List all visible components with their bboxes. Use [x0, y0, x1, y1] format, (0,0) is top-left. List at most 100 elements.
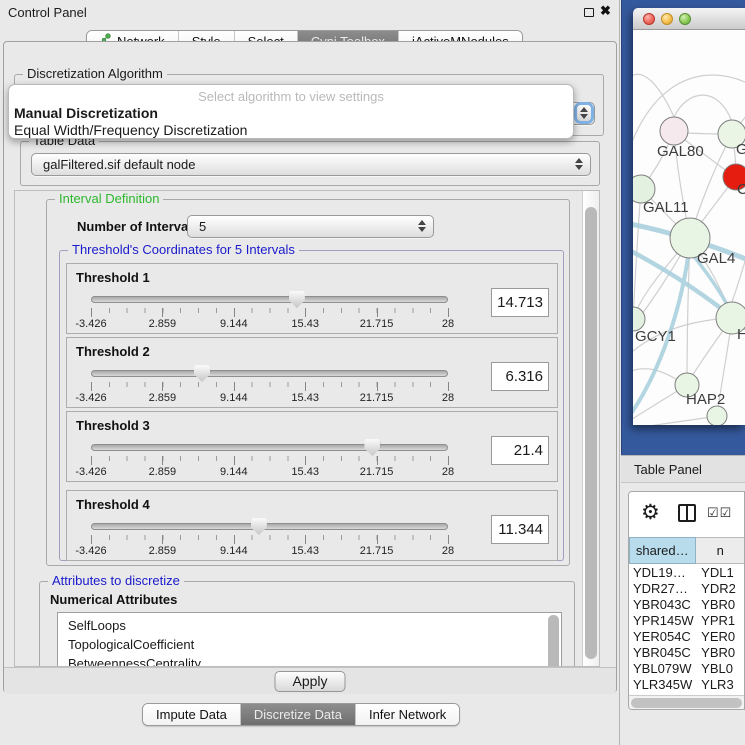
threshold-2-slider[interactable]: -3.426 2.859 9.144 15.43 21.715 28 [91, 366, 448, 400]
threshold-3-value-field[interactable]: 21.4 [491, 436, 549, 465]
right-zone: GAL80 G C GAL11 GAL4 GCY1 H HAP2 Table P… [621, 0, 745, 745]
node-label-gcy1: GCY1 [635, 328, 676, 345]
combo-spinner-icon [418, 220, 426, 232]
attributes-group: Attributes to discretize Numerical Attri… [39, 581, 575, 667]
attributes-list-scrollbar[interactable] [548, 615, 559, 667]
table-panel-header: Table Panel [621, 455, 745, 483]
close-icon[interactable]: ✖ [600, 3, 611, 19]
combo-spinner-icon [577, 105, 591, 121]
threshold-4-panel: Threshold 4 -3.426 2.859 9.144 15.43 [66, 490, 558, 561]
number-of-intervals-combo[interactable]: 5 [187, 215, 434, 238]
threshold-3-title: Threshold 3 [76, 418, 150, 433]
slider-tick-labels: -3.426 2.859 9.144 15.43 21.715 28 [91, 392, 448, 404]
slider-ticks [91, 535, 448, 540]
table-row[interactable]: YPR145WYPR1 [629, 613, 745, 629]
network-canvas[interactable]: GAL80 G C GAL11 GAL4 GCY1 H HAP2 [633, 30, 745, 425]
table-row[interactable]: YBL079WYBL0 [629, 661, 745, 677]
popup-item-manual-discretization[interactable]: Manual Discretization [9, 104, 573, 121]
number-of-intervals-value: 5 [199, 219, 206, 234]
list-item-topologicalcoefficient[interactable]: TopologicalCoefficient [68, 635, 561, 654]
window-close-icon[interactable] [643, 13, 655, 25]
slider-track[interactable] [91, 523, 448, 530]
attributes-group-title: Attributes to discretize [48, 574, 184, 588]
window-minimize-icon[interactable] [661, 13, 673, 25]
network-view-window[interactable]: GAL80 G C GAL11 GAL4 GCY1 H HAP2 [633, 8, 745, 425]
table-header-row: shared… n [629, 537, 745, 564]
slider-ticks [91, 382, 448, 387]
table-row[interactable]: YBR043CYBR0 [629, 597, 745, 613]
popup-item-equal-width-frequency[interactable]: Equal Width/Frequency Discretization [9, 121, 573, 138]
column-header-shared[interactable]: shared… [629, 537, 696, 564]
table-hscrollbar-thumb[interactable] [631, 698, 742, 708]
threshold-2-title: Threshold 2 [76, 344, 150, 359]
settings-scrollbar-thumb[interactable] [585, 207, 597, 659]
list-item-selfloops[interactable]: SelfLoops [68, 616, 561, 635]
threshold-4-slider[interactable]: -3.426 2.859 9.144 15.43 21.715 28 [91, 519, 448, 553]
table-row[interactable]: YER054CYER0 [629, 629, 745, 645]
slider-thumb[interactable] [289, 291, 305, 308]
network-node[interactable] [707, 406, 727, 425]
tab-impute-data[interactable]: Impute Data [143, 704, 240, 725]
control-panel: Control Panel ✖ Network Style Select Cyn… [0, 0, 620, 745]
table-row[interactable]: YDR27…YDR2 [629, 581, 745, 597]
apply-button[interactable]: Apply [274, 671, 345, 692]
list-item-betweennesscentrality[interactable]: BetweennessCentrality [68, 654, 561, 667]
number-of-intervals-label: Number of Intervals [77, 219, 199, 234]
slider-track[interactable] [91, 370, 448, 377]
thresholds-group: Threshold's Coordinates for 5 Intervals … [59, 250, 564, 561]
threshold-4-title: Threshold 4 [76, 497, 150, 512]
columns-icon[interactable] [678, 504, 696, 522]
settings-scrollbar-track[interactable] [582, 191, 599, 666]
slider-thumb[interactable] [364, 439, 380, 456]
table-row[interactable]: YBR045CYBR0 [629, 645, 745, 661]
table-row[interactable]: YDL19…YDL1 [629, 565, 745, 581]
numerical-attributes-list: SelfLoops TopologicalCoefficient Between… [57, 612, 562, 667]
slider-thumb[interactable] [194, 365, 210, 382]
threshold-1-slider[interactable]: -3.426 2.859 9.144 15.43 21.715 28 [91, 292, 448, 326]
table-body: YDL19…YDL1 YDR27…YDR2 YBR043CYBR0 YPR145… [629, 565, 745, 695]
table-toolbar: ⚙ ☑☑ [629, 492, 745, 537]
discretization-algorithm-group-title: Discretization Algorithm [23, 67, 167, 81]
node-label-gal4: GAL4 [697, 250, 735, 267]
network-node-gal80[interactable] [660, 117, 688, 145]
threshold-1-title: Threshold 1 [76, 270, 150, 285]
threshold-2-value-field[interactable]: 6.316 [491, 362, 549, 391]
slider-tick-labels: -3.426 2.859 9.144 15.43 21.715 28 [91, 545, 448, 557]
algorithm-popup-prompt: Select algorithm to view settings [9, 85, 573, 104]
table-row[interactable]: YLR345WYLR3 [629, 677, 745, 693]
slider-track[interactable] [91, 296, 448, 303]
threshold-4-value-field[interactable]: 11.344 [491, 515, 549, 544]
table-data-combo[interactable]: galFiltered.sif default node [31, 153, 591, 176]
slider-ticks [91, 456, 448, 461]
interval-definition-group: Interval Definition Number of Intervals … [46, 199, 570, 566]
window-zoom-icon[interactable] [679, 13, 691, 25]
slider-tick-labels: -3.426 2.859 9.144 15.43 21.715 28 [91, 466, 448, 478]
node-label-hap2: HAP2 [686, 391, 725, 408]
slider-track[interactable] [91, 444, 448, 451]
cyni-bottom-tabs: Impute Data Discretize Data Infer Networ… [142, 703, 460, 726]
float-window-icon[interactable] [584, 8, 594, 17]
threshold-2-panel: Threshold 2 -3.426 2.859 9.144 15.43 [66, 337, 558, 408]
network-graph: GAL80 G C GAL11 GAL4 GCY1 H HAP2 [633, 30, 745, 425]
table-card: ⚙ ☑☑ shared… n YDL19…YDL1 YDR27…YDR2 YBR… [628, 491, 745, 710]
gear-icon[interactable]: ⚙ [641, 500, 660, 525]
numerical-attributes-label: Numerical Attributes [50, 592, 177, 607]
threshold-3-slider[interactable]: -3.426 2.859 9.144 15.43 21.715 28 [91, 440, 448, 474]
slider-tick-labels: -3.426 2.859 9.144 15.43 21.715 28 [91, 318, 448, 330]
network-window-titlebar[interactable] [633, 8, 745, 30]
apply-bar: Apply [4, 667, 616, 694]
checkbox-icons[interactable]: ☑☑ [707, 505, 732, 521]
tab-infer-network[interactable]: Infer Network [355, 704, 459, 725]
table-data-combo-value: galFiltered.sif default node [43, 157, 195, 172]
table-hscrollbar-track[interactable] [629, 695, 745, 710]
threshold-1-value-field[interactable]: 14.713 [491, 288, 549, 317]
table-panel-zone: ⚙ ☑☑ shared… n YDL19…YDL1 YDR27…YDR2 YBR… [621, 483, 745, 745]
control-panel-titlebar: Control Panel ✖ [0, 0, 620, 24]
slider-thumb[interactable] [251, 518, 267, 535]
combo-spinner-icon [575, 158, 583, 170]
tab-discretize-data[interactable]: Discretize Data [240, 704, 355, 725]
column-header-name[interactable]: n [696, 537, 745, 564]
thresholds-group-title: Threshold's Coordinates for 5 Intervals [68, 243, 299, 257]
threshold-1-panel: Threshold 1 -3.426 2.859 9.144 15.43 [66, 263, 558, 334]
slider-ticks [91, 308, 448, 313]
